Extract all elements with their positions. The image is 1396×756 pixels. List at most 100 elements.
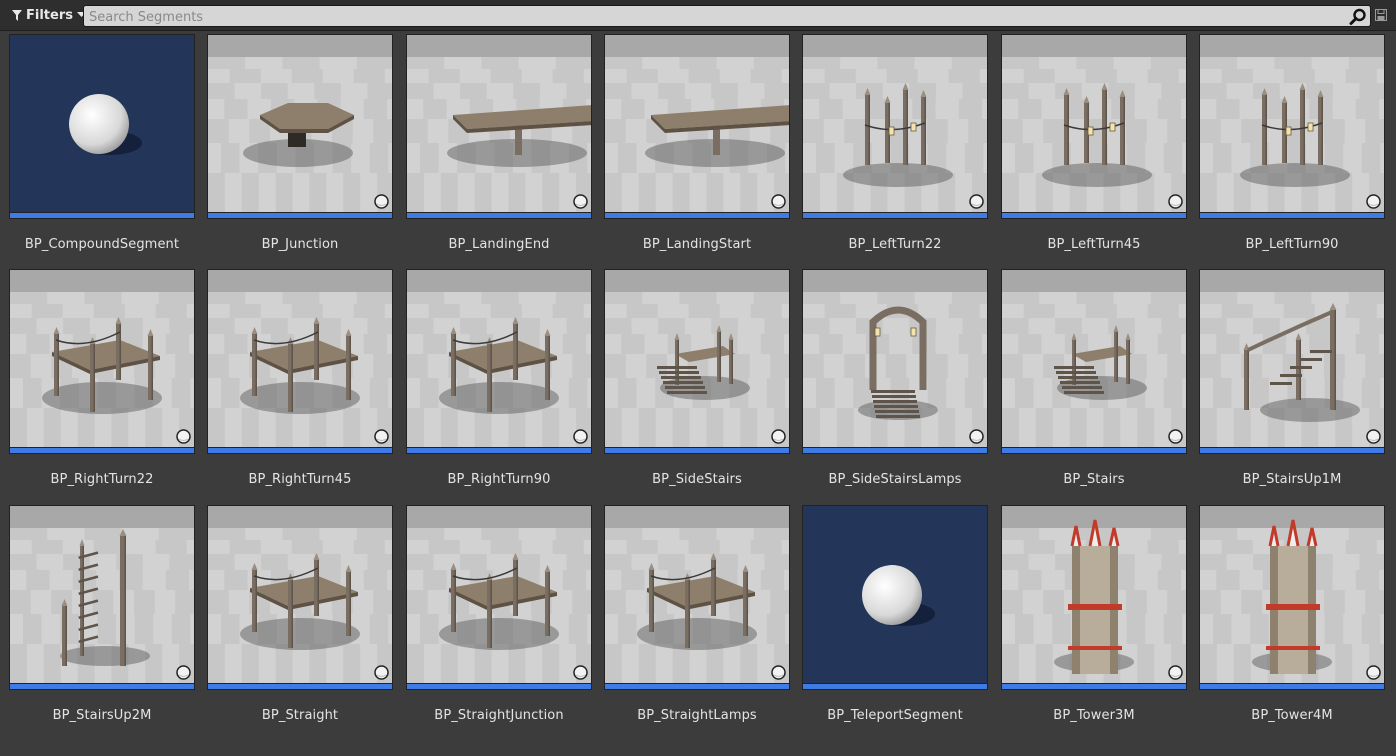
asset-thumbnail bbox=[406, 269, 592, 448]
sphere-badge-icon bbox=[969, 429, 984, 444]
thumbnail-scene bbox=[407, 270, 591, 447]
sphere-badge-icon bbox=[573, 429, 588, 444]
asset-name-label: BP_TeleportSegment bbox=[827, 708, 963, 723]
asset-name-label: BP_RightTurn90 bbox=[447, 472, 551, 487]
asset-tile[interactable] bbox=[802, 34, 988, 219]
asset-type-bar bbox=[604, 684, 790, 690]
asset-name-label: BP_LeftTurn45 bbox=[1047, 237, 1141, 252]
sphere-badge-icon bbox=[1366, 665, 1381, 680]
asset-name-label: BP_LeftTurn22 bbox=[848, 237, 942, 252]
asset-type-bar bbox=[9, 448, 195, 454]
asset-tile[interactable] bbox=[1199, 505, 1385, 690]
asset-tile[interactable] bbox=[406, 269, 592, 454]
asset-name-label: BP_StairsUp1M bbox=[1242, 472, 1342, 487]
asset-type-bar bbox=[1199, 448, 1385, 454]
search-icon[interactable] bbox=[1349, 8, 1367, 26]
sphere-badge-icon bbox=[771, 194, 786, 209]
asset-type-bar bbox=[1001, 684, 1187, 690]
asset-tile[interactable] bbox=[9, 269, 195, 454]
asset-tile[interactable] bbox=[1001, 269, 1187, 454]
sphere-badge-icon bbox=[176, 665, 191, 680]
asset-type-bar bbox=[9, 213, 195, 219]
asset-thumbnail bbox=[9, 34, 195, 213]
sphere-badge-icon bbox=[374, 429, 389, 444]
save-search-icon[interactable] bbox=[1375, 9, 1387, 21]
asset-name-label: BP_StraightJunction bbox=[434, 708, 564, 723]
sphere-badge-icon bbox=[1168, 665, 1183, 680]
sphere-badge-icon bbox=[1366, 194, 1381, 209]
asset-type-bar bbox=[207, 684, 393, 690]
asset-tile[interactable] bbox=[1199, 269, 1385, 454]
thumbnail-scene bbox=[407, 506, 591, 683]
thumbnail-scene bbox=[1200, 506, 1384, 683]
sphere-badge-icon bbox=[1366, 429, 1381, 444]
asset-thumbnail bbox=[1199, 505, 1385, 684]
asset-thumbnail bbox=[1001, 34, 1187, 213]
sphere-badge-icon bbox=[1168, 429, 1183, 444]
asset-tile[interactable] bbox=[9, 34, 195, 219]
asset-name-label: BP_SideStairsLamps bbox=[828, 472, 962, 487]
asset-tile[interactable] bbox=[406, 505, 592, 690]
asset-tile[interactable] bbox=[604, 34, 790, 219]
asset-tile[interactable] bbox=[9, 505, 195, 690]
thumbnail-scene bbox=[208, 506, 392, 683]
asset-tile[interactable] bbox=[207, 34, 393, 219]
asset-thumbnail bbox=[802, 505, 988, 684]
asset-thumbnail bbox=[802, 34, 988, 213]
asset-thumbnail bbox=[1001, 269, 1187, 448]
thumbnail-scene bbox=[1200, 35, 1384, 212]
asset-tile[interactable] bbox=[802, 269, 988, 454]
asset-thumbnail bbox=[9, 505, 195, 684]
sphere-badge-icon bbox=[573, 665, 588, 680]
asset-tile[interactable] bbox=[802, 505, 988, 690]
thumbnail-scene bbox=[10, 270, 194, 447]
search-box bbox=[83, 5, 1371, 28]
thumbnail-scene bbox=[605, 270, 789, 447]
asset-type-bar bbox=[1001, 213, 1187, 219]
asset-name-label: BP_StraightLamps bbox=[637, 708, 757, 723]
asset-name-label: BP_CompoundSegment bbox=[24, 237, 180, 252]
asset-tile[interactable] bbox=[207, 269, 393, 454]
thumbnail-scene bbox=[605, 506, 789, 683]
asset-type-bar bbox=[604, 213, 790, 219]
asset-tile[interactable] bbox=[604, 269, 790, 454]
asset-thumbnail bbox=[1001, 505, 1187, 684]
asset-name-label: BP_RightTurn45 bbox=[248, 472, 352, 487]
thumbnail-scene bbox=[208, 270, 392, 447]
asset-type-bar bbox=[9, 684, 195, 690]
asset-type-bar bbox=[802, 448, 988, 454]
thumbnail-scene bbox=[10, 506, 194, 683]
sphere-badge-icon bbox=[1168, 194, 1183, 209]
asset-tile[interactable] bbox=[406, 34, 592, 219]
asset-tile[interactable] bbox=[207, 505, 393, 690]
asset-tile[interactable] bbox=[604, 505, 790, 690]
asset-type-bar bbox=[1001, 448, 1187, 454]
asset-tile[interactable] bbox=[1199, 34, 1385, 219]
search-input[interactable] bbox=[84, 7, 1370, 28]
asset-tile[interactable] bbox=[1001, 505, 1187, 690]
thumbnail-scene bbox=[10, 35, 194, 212]
filters-button[interactable]: Filters bbox=[6, 4, 92, 26]
asset-thumbnail bbox=[207, 505, 393, 684]
thumbnail-scene bbox=[803, 35, 987, 212]
asset-type-bar bbox=[1199, 684, 1385, 690]
asset-name-label: BP_Junction bbox=[261, 237, 339, 252]
sphere-badge-icon bbox=[771, 429, 786, 444]
asset-name-label: BP_LeftTurn90 bbox=[1245, 237, 1339, 252]
asset-name-label: BP_Straight bbox=[261, 708, 339, 723]
asset-thumbnail bbox=[604, 34, 790, 213]
sphere-badge-icon bbox=[374, 194, 389, 209]
toolbar: Filters bbox=[0, 0, 1396, 31]
asset-type-bar bbox=[207, 213, 393, 219]
asset-name-label: BP_Tower3M bbox=[1053, 708, 1135, 723]
asset-name-label: BP_StairsUp2M bbox=[52, 708, 152, 723]
thumbnail-scene bbox=[407, 35, 591, 212]
asset-grid: BP_CompoundSegment BP_Junction BP_Landin… bbox=[0, 31, 1396, 756]
asset-name-label: BP_LandingEnd bbox=[448, 237, 550, 252]
asset-tile[interactable] bbox=[1001, 34, 1187, 219]
filter-funnel-icon bbox=[12, 9, 22, 21]
asset-thumbnail bbox=[9, 269, 195, 448]
asset-type-bar bbox=[802, 213, 988, 219]
thumbnail-scene bbox=[1002, 506, 1186, 683]
thumbnail-scene bbox=[1002, 35, 1186, 212]
